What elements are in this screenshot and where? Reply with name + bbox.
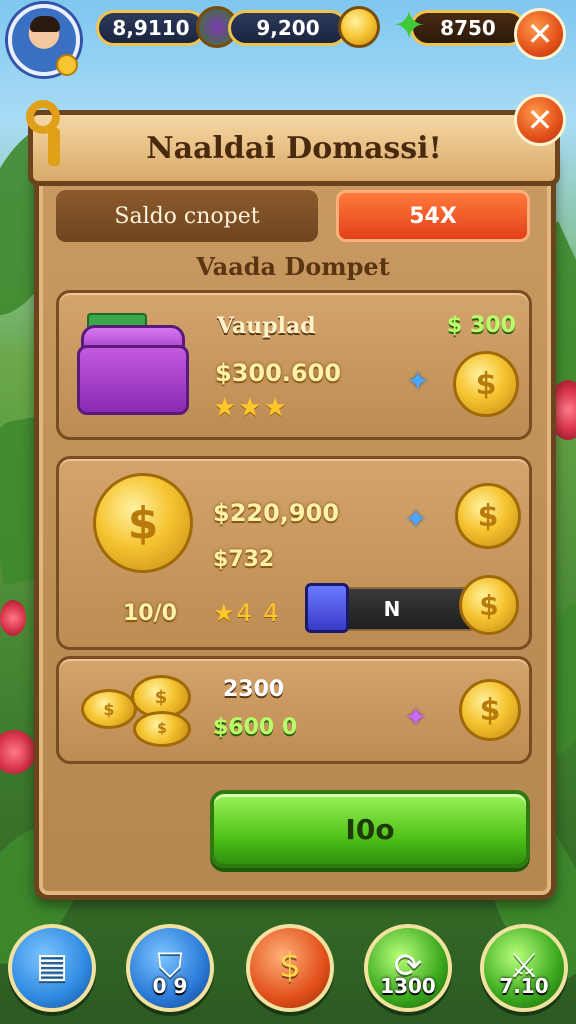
rose-decoration: [0, 600, 26, 636]
treasure-chest-icon: [77, 313, 189, 415]
offer-amount: $220,900: [213, 499, 340, 527]
offer-card-chest[interactable]: Vauplad $ 300 $300.600 ★★★ ✦ $: [56, 290, 532, 440]
resource-counter-gold: 9,200: [228, 10, 348, 46]
offer-amount: $600 0: [213, 715, 298, 740]
offer-price: $ 300: [447, 313, 516, 338]
blue-star-icon: ✦: [407, 367, 429, 397]
gold-coin-icon: $: [459, 679, 521, 741]
offer-sub-amount: $732: [213, 547, 275, 572]
ticket-icon: [305, 583, 349, 633]
green-star-icon: ✦: [392, 3, 426, 49]
offer-name: Vauplad: [217, 313, 316, 339]
section-title: Vaada Dompet: [196, 252, 390, 281]
offer-rating: ★4 4: [213, 599, 281, 627]
nav-quests-button[interactable]: ▤: [8, 924, 96, 1012]
gold-coin-icon: $: [455, 483, 521, 549]
gold-coin-icon: $: [459, 575, 519, 635]
resource-counter-gems: 8,9110: [96, 10, 206, 46]
offer-amount-top: 2300: [223, 677, 285, 702]
coin-stack-icon: $: [81, 689, 137, 729]
dialog-close-button[interactable]: ✕: [514, 94, 566, 146]
dialog-title-bar: Naaldai Domassi!: [28, 110, 560, 186]
dollar-icon: $: [279, 946, 301, 986]
confirm-button[interactable]: I0o: [210, 790, 530, 868]
offer-card-stack[interactable]: $ $ $ 2300 $600 0 ✦ $: [56, 656, 532, 764]
gold-coin-icon: [338, 6, 380, 48]
dialog-title: Naaldai Domassi!: [146, 130, 442, 166]
offer-stars: ★★★: [213, 393, 289, 423]
nav-shop-button[interactable]: $: [246, 924, 334, 1012]
rose-decoration: [0, 730, 36, 774]
nav-refresh-button[interactable]: ⟳ 1300: [364, 924, 452, 1012]
resource-bar: 8,9110 9,200 8750 ✦ ✕: [0, 0, 576, 76]
nav-battle-button[interactable]: ⚔ 7.10: [480, 924, 568, 1012]
scroll-icon: ▤: [35, 946, 69, 986]
player-avatar[interactable]: [8, 4, 80, 76]
offer-amount: $300.600: [215, 359, 342, 387]
coin-badge-icon: [56, 54, 78, 76]
gold-coin-icon: $: [453, 351, 519, 417]
offer-counter: 10/0: [123, 601, 177, 626]
purple-star-icon: ✦: [405, 703, 427, 733]
bottom-navigation: ▤ ⛉ 0 9 $ ⟳ 1300 ⚔ 7.10: [0, 920, 576, 1024]
coin-stack-icon: $: [133, 711, 191, 747]
nav-shield-button[interactable]: ⛉ 0 9: [126, 924, 214, 1012]
winged-coin-icon: $: [93, 473, 193, 573]
tab-offer[interactable]: 54X: [336, 190, 530, 242]
tab-wallet[interactable]: Saldo cnopet: [56, 190, 318, 242]
blue-star-icon: ✦: [405, 505, 427, 535]
key-icon: [22, 100, 76, 170]
top-close-button[interactable]: ✕: [514, 8, 566, 60]
offer-card-coins[interactable]: $ $220,900 $732 10/0 ★4 4 ✦ $ N $: [56, 456, 532, 650]
